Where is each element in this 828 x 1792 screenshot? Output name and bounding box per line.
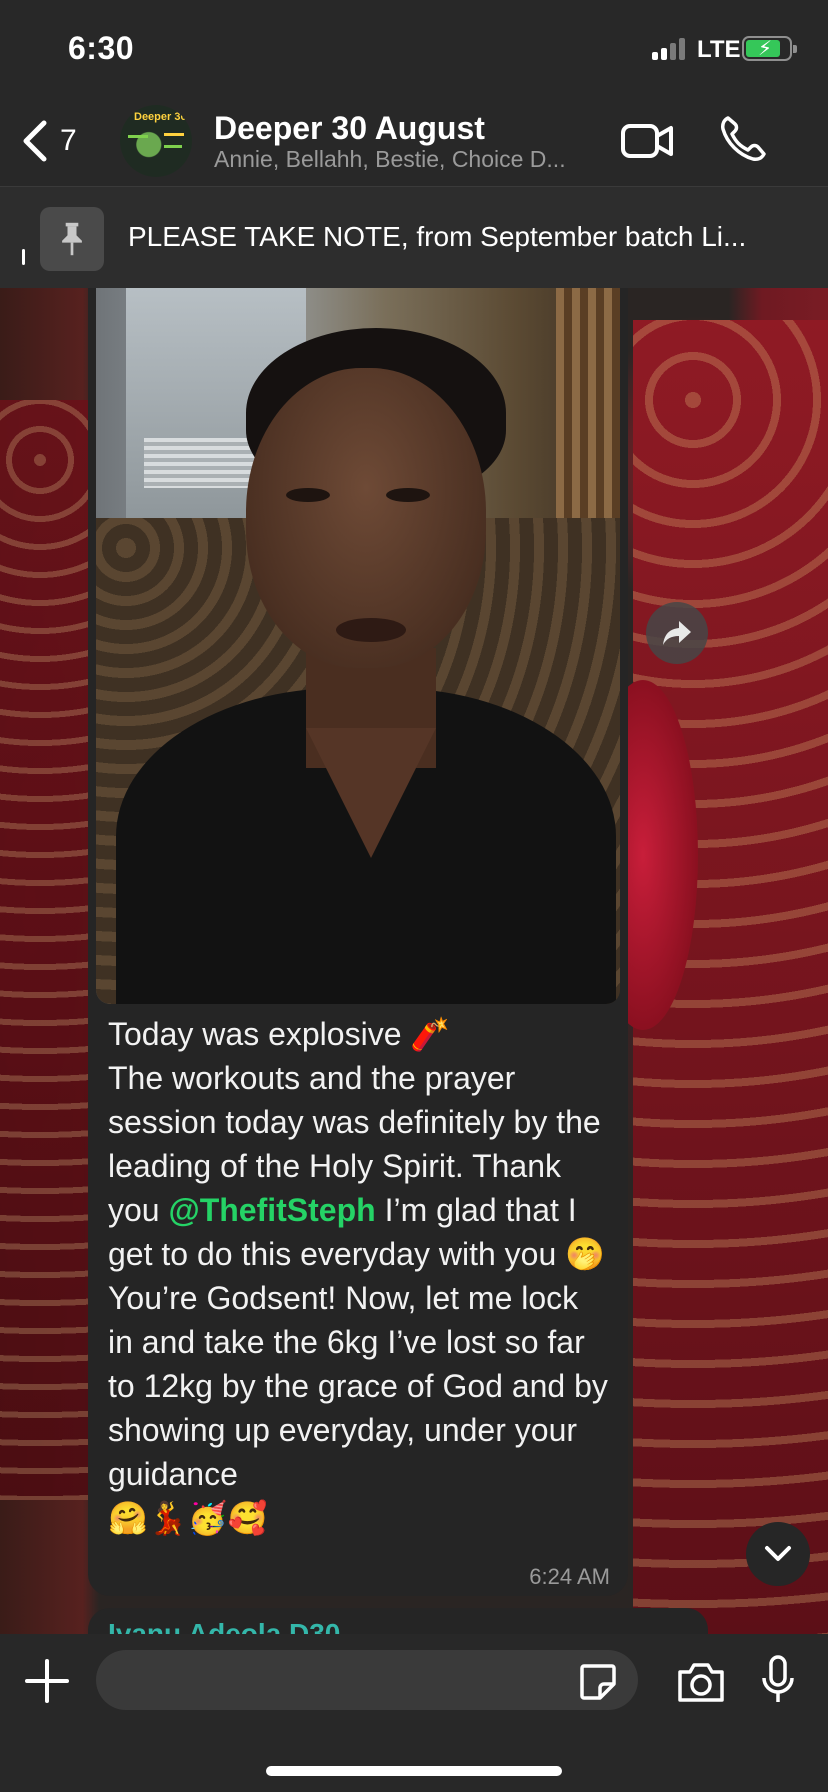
plus-icon <box>25 1659 69 1703</box>
mention-link[interactable]: @ThefitSteph <box>168 1192 375 1228</box>
unread-chats-count: 7 <box>60 124 77 157</box>
pinned-message-bar[interactable]: PLEASE TAKE NOTE, from September batch L… <box>0 186 828 288</box>
chat-title[interactable]: Deeper 30 August <box>214 110 485 147</box>
chevron-down-icon <box>765 1546 791 1561</box>
sticker-icon <box>580 1664 616 1700</box>
microphone-icon <box>762 1655 794 1702</box>
video-call-button[interactable] <box>620 118 676 164</box>
status-bar: 6:30 LTE ⚡ <box>0 0 828 96</box>
sticker-button[interactable] <box>578 1662 618 1702</box>
message-input[interactable] <box>96 1650 638 1710</box>
home-indicator[interactable] <box>266 1766 562 1776</box>
chat-members[interactable]: Annie, Bellahh, Bestie, Choice D... <box>214 146 604 173</box>
message-line-4: You’re Godsent! Now, let me lock in and … <box>108 1280 608 1492</box>
avatar-text: Deeper 30 <box>134 111 187 123</box>
camera-icon <box>678 1663 724 1702</box>
forward-button[interactable] <box>646 602 708 664</box>
microphone-button[interactable] <box>760 1654 796 1706</box>
status-time: 6:30 <box>68 30 135 66</box>
network-type: LTE <box>697 36 741 63</box>
message-input-bar <box>0 1634 828 1792</box>
battery-icon: ⚡ <box>742 36 797 61</box>
message-bubble[interactable]: Today was explosive 🧨 The workouts and t… <box>88 288 628 1596</box>
scroll-to-bottom-button[interactable] <box>746 1522 810 1586</box>
video-camera-icon <box>621 124 673 158</box>
chat-header: 7 Deeper 30 Deeper 30 August Annie, Bell… <box>0 96 828 186</box>
group-avatar[interactable]: Deeper 30 <box>120 105 192 177</box>
message-photo[interactable] <box>96 288 620 1004</box>
voice-call-button[interactable] <box>718 114 768 164</box>
back-button[interactable]: 7 <box>20 116 100 166</box>
chevron-left-icon <box>23 120 47 162</box>
pinned-indicator <box>22 249 25 265</box>
message-text: Today was explosive 🧨 The workouts and t… <box>108 1012 608 1540</box>
wallpaper-left-figure <box>0 400 90 1500</box>
pin-icon <box>40 207 104 271</box>
camera-button[interactable] <box>676 1660 726 1704</box>
pinned-message-text: PLEASE TAKE NOTE, from September batch L… <box>128 221 747 252</box>
message-emojis: 🤗💃🥳🥰 <box>108 1500 268 1536</box>
message-timestamp: 6:24 AM <box>529 1564 610 1589</box>
message-line-1: Today was explosive 🧨 <box>108 1016 451 1052</box>
forward-arrow-icon <box>663 621 691 645</box>
attach-button[interactable] <box>24 1658 70 1704</box>
signal-strength-icon <box>652 38 688 60</box>
phone-icon <box>721 116 766 161</box>
